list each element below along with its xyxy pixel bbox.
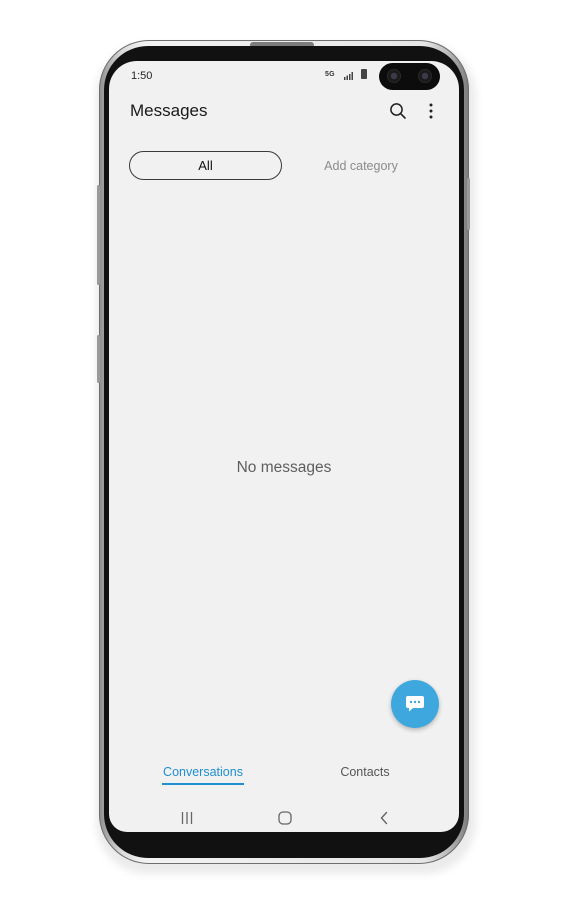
home-button[interactable] [273,808,297,828]
more-vertical-icon [429,103,433,119]
new-message-button[interactable] [391,680,439,728]
recents-button[interactable] [175,808,199,828]
phone-screen: 1:50 5G Messages All Add category No mes… [109,61,459,832]
bixby-button [97,335,100,383]
recents-icon [181,812,193,824]
page-title: Messages [130,101,208,120]
back-icon [380,811,388,825]
status-bar: 1:50 5G [109,61,459,91]
new-chat-icon [406,696,424,712]
navigation-bar [109,806,459,832]
empty-state-message: No messages [236,459,332,476]
camera-cutout [379,63,440,90]
battery-icon [361,69,367,79]
volume-button [97,185,100,285]
tab-conversations[interactable]: Conversations [159,765,247,779]
active-tab-indicator [162,783,244,785]
front-camera-lens [387,69,401,83]
front-camera-lens [418,69,432,83]
device-stage: 1:50 5G Messages All Add category No mes… [0,0,570,911]
back-button[interactable] [372,808,396,828]
tab-contacts[interactable]: Contacts [325,765,405,779]
home-icon [278,811,292,825]
more-options-button[interactable] [419,99,443,123]
search-icon [390,103,406,119]
network-type: 5G [325,71,335,78]
search-button[interactable] [386,99,410,123]
signal-icon [344,72,353,80]
power-button [467,178,470,230]
category-all-chip[interactable]: All [129,151,282,180]
status-time: 1:50 [131,70,153,82]
add-category-button[interactable]: Add category [299,151,423,180]
